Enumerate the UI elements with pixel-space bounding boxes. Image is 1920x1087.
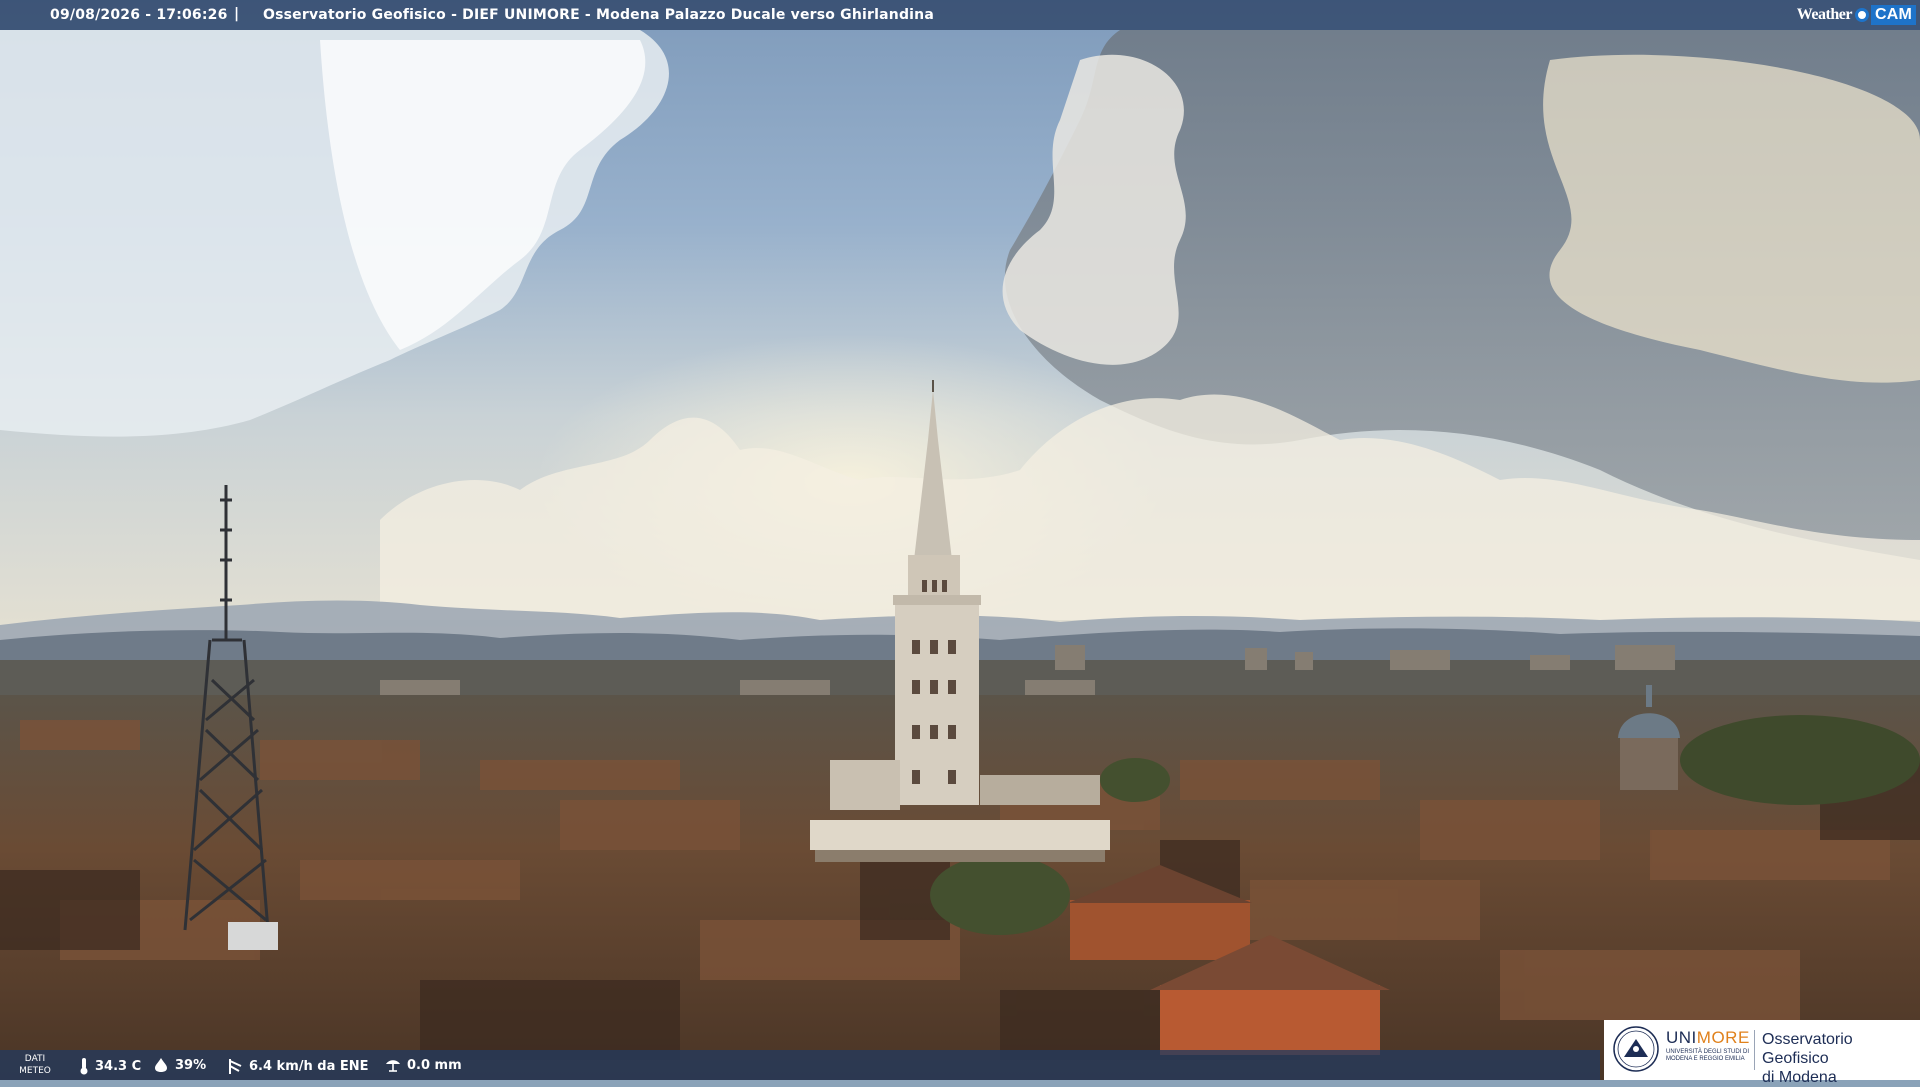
- temperature-metric: 34.3 C: [78, 1057, 141, 1075]
- unimore-uni-text: UNI: [1666, 1028, 1697, 1047]
- unimore-subtitle: UNIVERSITÀ DEGLI STUDI DI MODENA E REGGI…: [1666, 1049, 1749, 1063]
- humidity-metric: 39%: [152, 1057, 206, 1073]
- title-separator: |: [234, 6, 240, 22]
- tree-cluster-center: [930, 855, 1070, 935]
- tree-cluster-right: [1680, 715, 1920, 805]
- observatory-name-line2: di Modena: [1762, 1069, 1837, 1086]
- thermometer-icon: [80, 1058, 88, 1075]
- dati-meteo-label: DATI METEO: [14, 1053, 56, 1077]
- top-info-bar: 09/08/2026 - 17:06:26 | Osservatorio Geo…: [0, 0, 1920, 30]
- tree-cluster-mid: [1100, 758, 1170, 802]
- logo-divider: [1754, 1030, 1755, 1070]
- rain-value: 0.0 mm: [407, 1057, 462, 1073]
- unimore-more-text: MORE: [1696, 1028, 1750, 1047]
- brand-cam-text: CAM: [1870, 5, 1916, 25]
- humidity-drop-icon: [155, 1058, 167, 1072]
- unimore-subtitle-line2: MODENA E REGGIO EMILIA: [1666, 1056, 1745, 1062]
- wind-value: 6.4 km/h da ENE: [249, 1058, 369, 1074]
- weather-data-bar: DATI METEO 34.3 C 39% 6.4 km/h da ENE 0.…: [0, 1050, 1600, 1080]
- weathercam-brand: Weather CAM: [1797, 2, 1916, 28]
- humidity-value: 39%: [175, 1057, 207, 1073]
- unimore-subtitle-line1: UNIVERSITÀ DEGLI STUDI DI: [1666, 1049, 1750, 1055]
- rain-gauge-icon: [386, 1060, 400, 1072]
- university-seal-icon: [1613, 1026, 1659, 1072]
- observatory-name: Osservatorio Geofisico di Modena: [1762, 1030, 1920, 1087]
- observatory-name-line1: Osservatorio Geofisico: [1762, 1031, 1853, 1067]
- temperature-value: 34.3 C: [95, 1058, 142, 1074]
- dati-label-line1: DATI: [24, 1054, 46, 1064]
- wind-metric: 6.4 km/h da ENE: [226, 1057, 369, 1075]
- brand-weather-text: Weather: [1796, 6, 1853, 23]
- unimore-observatory-logo: UNIMORE UNIVERSITÀ DEGLI STUDI DI MODENA…: [1604, 1020, 1920, 1086]
- webcam-scene: [0, 0, 1920, 1080]
- camera-title: Osservatorio Geofisico - DIEF UNIMORE - …: [263, 7, 934, 23]
- brand-dot-icon: [1854, 8, 1869, 22]
- dati-label-line2: METEO: [19, 1066, 51, 1076]
- datetime-label: 09/08/2026 - 17:06:26: [50, 7, 228, 23]
- rain-metric: 0.0 mm: [384, 1057, 462, 1073]
- wind-icon: [229, 1059, 242, 1074]
- unimore-wordmark: UNIMORE: [1666, 1028, 1750, 1048]
- antenna-base-unit: [228, 922, 278, 950]
